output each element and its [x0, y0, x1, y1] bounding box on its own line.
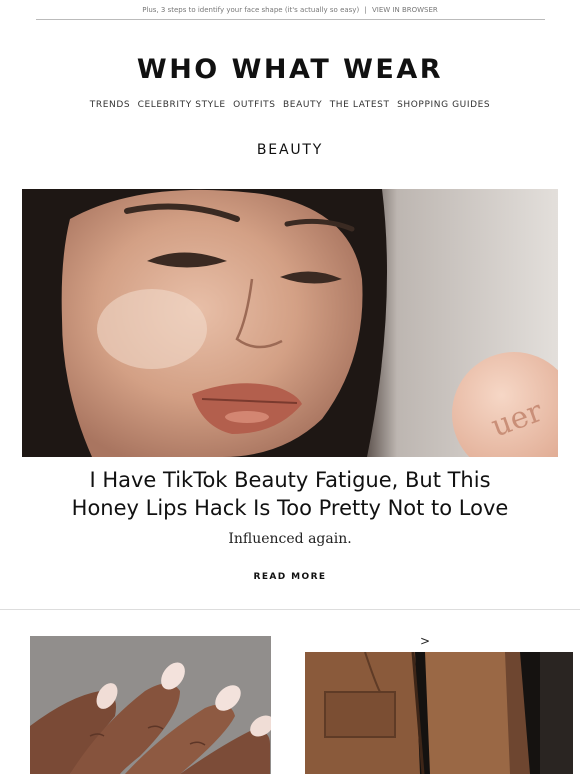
nav-item-beauty[interactable]: BEAUTY: [283, 100, 322, 110]
hero-image[interactable]: uer: [22, 189, 558, 457]
nav-item-trends[interactable]: TRENDS: [90, 100, 130, 110]
nav-item-the-latest[interactable]: THE LATEST: [330, 100, 390, 110]
preheader: Plus, 3 steps to identify your face shap…: [0, 0, 580, 20]
preheader-divider: [36, 19, 545, 20]
headline-line-2: Honey Lips Hack Is Too Pretty Not to Lov…: [71, 496, 509, 520]
view-in-browser-link[interactable]: VIEW IN BROWSER: [372, 6, 438, 14]
nails-thumbnail[interactable]: [30, 636, 271, 774]
nav-item-celebrity-style[interactable]: CELEBRITY STYLE: [138, 100, 226, 110]
section-divider: [0, 609, 580, 610]
leather-jacket-thumbnail[interactable]: [305, 652, 573, 774]
main-nav: TRENDS CELEBRITY STYLE OUTFITS BEAUTY TH…: [0, 100, 580, 110]
nav-item-shopping-guides[interactable]: SHOPPING GUIDES: [397, 100, 490, 110]
feature-headline[interactable]: I Have TikTok Beauty Fatigue, But This H…: [40, 466, 540, 522]
section-title: BEAUTY: [256, 142, 324, 158]
read-more-link[interactable]: READ MORE: [254, 572, 327, 582]
headline-line-1: I Have TikTok Beauty Fatigue, But This: [89, 468, 491, 492]
preheader-text: Plus, 3 steps to identify your face shap…: [142, 6, 360, 14]
preheader-separator: |: [364, 6, 367, 14]
brand-logo[interactable]: WHO WHAT WEAR: [0, 54, 580, 85]
nav-item-outfits[interactable]: OUTFITS: [233, 100, 275, 110]
read-more-link-wrapper: READ MORE: [0, 572, 580, 582]
feature-dek: Influenced again.: [228, 531, 352, 547]
carousel-arrow[interactable]: >: [420, 634, 430, 648]
